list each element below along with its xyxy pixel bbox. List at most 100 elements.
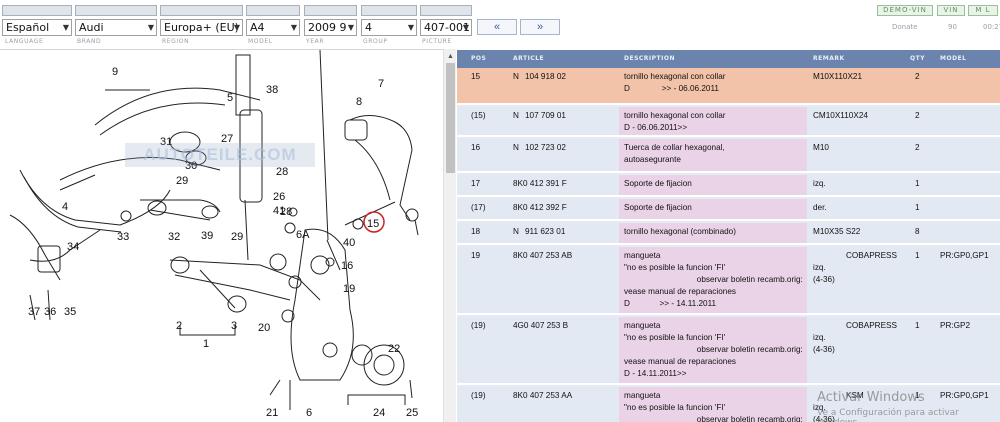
- pos-cell: (19): [471, 321, 486, 330]
- chevron-down-icon: ▼: [347, 23, 354, 32]
- toolbar-button-5[interactable]: [304, 5, 357, 16]
- remark-cell: (4-36): [813, 275, 835, 284]
- supplier-cell: COBAPRESS: [846, 251, 897, 260]
- table-row[interactable]: 18 N 911 623 01 tornillo hexagonal (combina…: [457, 223, 1000, 245]
- table-row[interactable]: 16 N 102 723 02 Tuerca de collar hexagonal,…: [457, 139, 1000, 173]
- model-select[interactable]: A4 ▼: [246, 19, 300, 36]
- scroll-thumb[interactable]: [446, 63, 455, 173]
- callout-16: 16: [341, 260, 353, 272]
- table-row[interactable]: (19) 4G0 407 253 B mangueta "no es posible …: [457, 317, 1000, 385]
- donate-link[interactable]: Donate: [892, 23, 917, 31]
- demo-vin-button[interactable]: DEMO-VIN: [877, 5, 933, 16]
- parts-diagram[interactable]: 9 5 38 7 8 27 31 30 29 28 26 28 41 4 33 …: [0, 49, 443, 422]
- description-cell: tornillo hexagonal (combinado): [624, 227, 736, 236]
- brand-select[interactable]: Audi ▼: [75, 19, 157, 36]
- remark-cell: izq.: [813, 179, 826, 188]
- table-row[interactable]: 17 8K0 412 391 F Soporte de fijacion izq. 1: [457, 175, 1000, 197]
- chevron-down-icon: ▼: [290, 23, 297, 32]
- callout-26: 26: [273, 191, 285, 203]
- table-row[interactable]: 15 N 104 918 02 tornillo hexagonal con coll…: [457, 68, 1000, 105]
- model-cell: PR:GP0,GP1: [940, 391, 989, 400]
- watermark: AUTOTEILE.COM: [125, 143, 315, 167]
- remark-cell: der.: [813, 203, 827, 212]
- remark-cell: M10X35 S22: [813, 227, 861, 236]
- group-label: GROUP: [363, 38, 388, 45]
- description-cell: mangueta: [624, 391, 661, 400]
- article-cell: N: [513, 227, 519, 236]
- description-cell: "no es posible la funcion 'FI': [624, 403, 726, 412]
- header-article: ARTICLE: [513, 55, 545, 62]
- language-select[interactable]: Español ▼: [2, 19, 72, 36]
- header-remark: REMARK: [813, 55, 845, 62]
- brand-label: BRAND: [77, 38, 102, 45]
- scroll-up-icon[interactable]: ▲: [447, 53, 454, 60]
- callout-15: 15: [367, 218, 379, 230]
- callout-4: 4: [62, 201, 68, 213]
- toolbar-button-1[interactable]: [2, 5, 72, 16]
- table-row[interactable]: (17) 8K0 412 392 F Soporte de fijacion der.…: [457, 199, 1000, 221]
- callout-6A: 6A: [296, 229, 310, 241]
- callout-21: 21: [266, 407, 278, 419]
- language-value: Español: [6, 21, 50, 34]
- callout-34: 34: [67, 241, 79, 253]
- next-picture-button[interactable]: »: [520, 19, 560, 35]
- prev-picture-button[interactable]: «: [477, 19, 517, 35]
- callout-29: 29: [176, 175, 188, 187]
- article-number-cell: 107 709 01: [525, 111, 566, 120]
- header-qty: QTY: [910, 55, 926, 62]
- chevron-down-icon: ▼: [462, 23, 469, 32]
- toolbar-button-7[interactable]: [420, 5, 472, 16]
- toolbar-button-6[interactable]: [361, 5, 417, 16]
- model-cell: PR:GP0,GP1: [940, 251, 989, 260]
- time-text: 00:27: [983, 23, 1000, 31]
- pos-cell: 15: [471, 72, 481, 81]
- picture-select[interactable]: 407-001 ▼: [420, 19, 472, 36]
- toolbar-button-4[interactable]: [246, 5, 300, 16]
- table-row[interactable]: 19 8K0 407 253 AB mangueta "no es posible l…: [457, 247, 1000, 315]
- os-activation-subtitle: Ve a Configuración para activar Windows.: [817, 408, 959, 422]
- group-value: 4: [365, 21, 372, 34]
- description-cell: observar boletin recamb.orig:: [624, 275, 803, 284]
- description-cell: Tuerca de collar hexagonal,: [624, 143, 725, 152]
- description-cell: observar boletin recamb.orig:: [624, 345, 803, 354]
- region-value: Europa+ (EU): [164, 21, 239, 34]
- toolbar-button-3[interactable]: [160, 5, 243, 16]
- callout-35: 35: [64, 306, 76, 318]
- region-select[interactable]: Europa+ (EU) ▼: [160, 19, 243, 36]
- ml-button[interactable]: M L: [968, 5, 998, 16]
- language-label: LANGUAGE: [5, 38, 44, 45]
- year-select[interactable]: 2009 9 ▼: [304, 19, 357, 36]
- pos-cell: (15): [471, 111, 486, 120]
- header-description: DESCRIPTION: [624, 55, 676, 62]
- qty-cell: 1: [915, 321, 920, 330]
- model-cell: PR:GP2: [940, 321, 971, 330]
- description-cell: D - 14.11.2011>>: [624, 369, 687, 378]
- pos-cell: (19): [471, 391, 486, 400]
- callout-29b: 29: [231, 231, 243, 243]
- qty-cell: 8: [915, 227, 920, 236]
- callout-1: 1: [203, 338, 209, 350]
- article-cell: 4G0 407 253 B: [513, 321, 569, 330]
- table-row[interactable]: (15) N 107 709 01 tornillo hexagonal con co…: [457, 107, 1000, 137]
- header-model: MODEL: [940, 55, 967, 62]
- callout-20: 20: [258, 322, 270, 334]
- vin-button[interactable]: VIN: [937, 5, 965, 16]
- article-cell: N: [513, 72, 519, 81]
- callout-22: 22: [388, 343, 400, 355]
- os-activation-title: Activar Windows: [817, 390, 925, 405]
- toolbar-button-2[interactable]: [75, 5, 157, 16]
- top-toolbar: DEMO-VIN VIN M L: [0, 0, 1000, 18]
- description-cell: autoasegurante: [624, 155, 681, 164]
- callout-32: 32: [168, 231, 180, 243]
- article-number-cell: 104 918 02: [525, 72, 566, 81]
- description-cell: mangueta: [624, 251, 661, 260]
- region-label: REGION: [162, 38, 190, 45]
- group-select[interactable]: 4 ▼: [361, 19, 417, 36]
- diagram-scrollbar[interactable]: ▲: [443, 49, 456, 422]
- remark-cell: izq.: [813, 263, 826, 272]
- callout-8: 8: [356, 96, 362, 108]
- description-cell: vease manual de reparaciones: [624, 287, 736, 296]
- callout-9: 9: [112, 66, 118, 78]
- description-cell: D >> - 14.11.2011: [624, 299, 717, 308]
- callout-28: 28: [276, 166, 288, 178]
